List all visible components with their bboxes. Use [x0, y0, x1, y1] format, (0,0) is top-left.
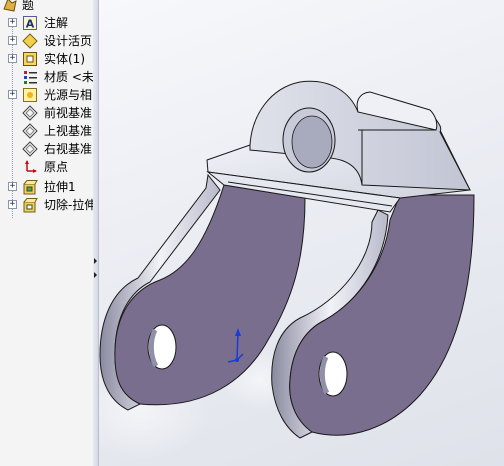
origin-icon [25, 160, 37, 173]
extrude-feature-icon [23, 180, 38, 195]
tree-item-label: 实体(1) [44, 52, 85, 66]
tree-item-extrude1[interactable]: + 拉伸1 [0, 178, 93, 196]
lights-cameras-icon [23, 88, 37, 102]
plane-icon [22, 141, 38, 157]
material-icon [24, 71, 37, 84]
plane-icon [22, 123, 38, 139]
tree-item-label: 设计活页 [44, 34, 93, 48]
pivot-hole-inner [291, 115, 333, 169]
tree-item-label: 上视基准 [44, 124, 93, 138]
tree-item-label: 切除-拉伸 [44, 198, 94, 212]
tree-root-label: 题 [22, 0, 35, 12]
solid-bodies-icon [23, 52, 37, 66]
tree-item-label: 前视基准 [44, 106, 93, 120]
tree-item-annotations[interactable]: + A 注解 [0, 14, 93, 32]
graphics-area[interactable] [99, 0, 504, 466]
expand-toggle[interactable]: + [8, 18, 17, 27]
tree-item-label: 原点 [44, 160, 69, 174]
tree-item-cut-extrude[interactable]: + 切除-拉伸 [0, 196, 93, 214]
expand-toggle[interactable]: + [8, 200, 17, 209]
tree-item-front-plane[interactable]: 前视基准 [0, 104, 93, 122]
design-binder-icon [22, 33, 38, 49]
tree-item-label: 注解 [44, 16, 69, 30]
tree-item-origin[interactable]: 原点 [0, 158, 93, 176]
tree-root[interactable]: 题 [0, 0, 93, 14]
tree-item-top-plane[interactable]: 上视基准 [0, 122, 93, 140]
tree-item-label: 光源与相 [44, 88, 93, 102]
tree-item-design-binder[interactable]: + 设计活页 [0, 32, 93, 50]
cut-extrude-feature-icon [23, 198, 38, 213]
expand-toggle[interactable]: + [8, 36, 17, 45]
splitter-grip-icon[interactable] [94, 256, 97, 280]
expand-toggle[interactable]: + [8, 54, 17, 63]
tree-item-label: 右视基准 [44, 142, 93, 156]
tree-item-label: 材质 <未 [44, 70, 94, 84]
tree-item-label: 拉伸1 [44, 180, 76, 194]
tree-item-right-plane[interactable]: 右视基准 [0, 140, 93, 158]
part-model[interactable] [99, 0, 504, 466]
part-icon [3, 0, 17, 12]
feature-manager-tree: 题 + A 注解 + 设计活页 + 实体(1) 材质 <未 + 光源与相 前视基… [0, 0, 94, 466]
svg-text:A: A [26, 18, 35, 31]
tree-item-solid-bodies[interactable]: + 实体(1) [0, 50, 93, 68]
expand-toggle[interactable]: + [8, 182, 17, 191]
expand-toggle[interactable]: + [8, 90, 17, 99]
annotations-icon: A [23, 16, 37, 31]
tree-item-lights-cameras[interactable]: + 光源与相 [0, 86, 93, 104]
plane-icon [22, 105, 38, 121]
tree-item-material[interactable]: 材质 <未 [0, 68, 93, 86]
